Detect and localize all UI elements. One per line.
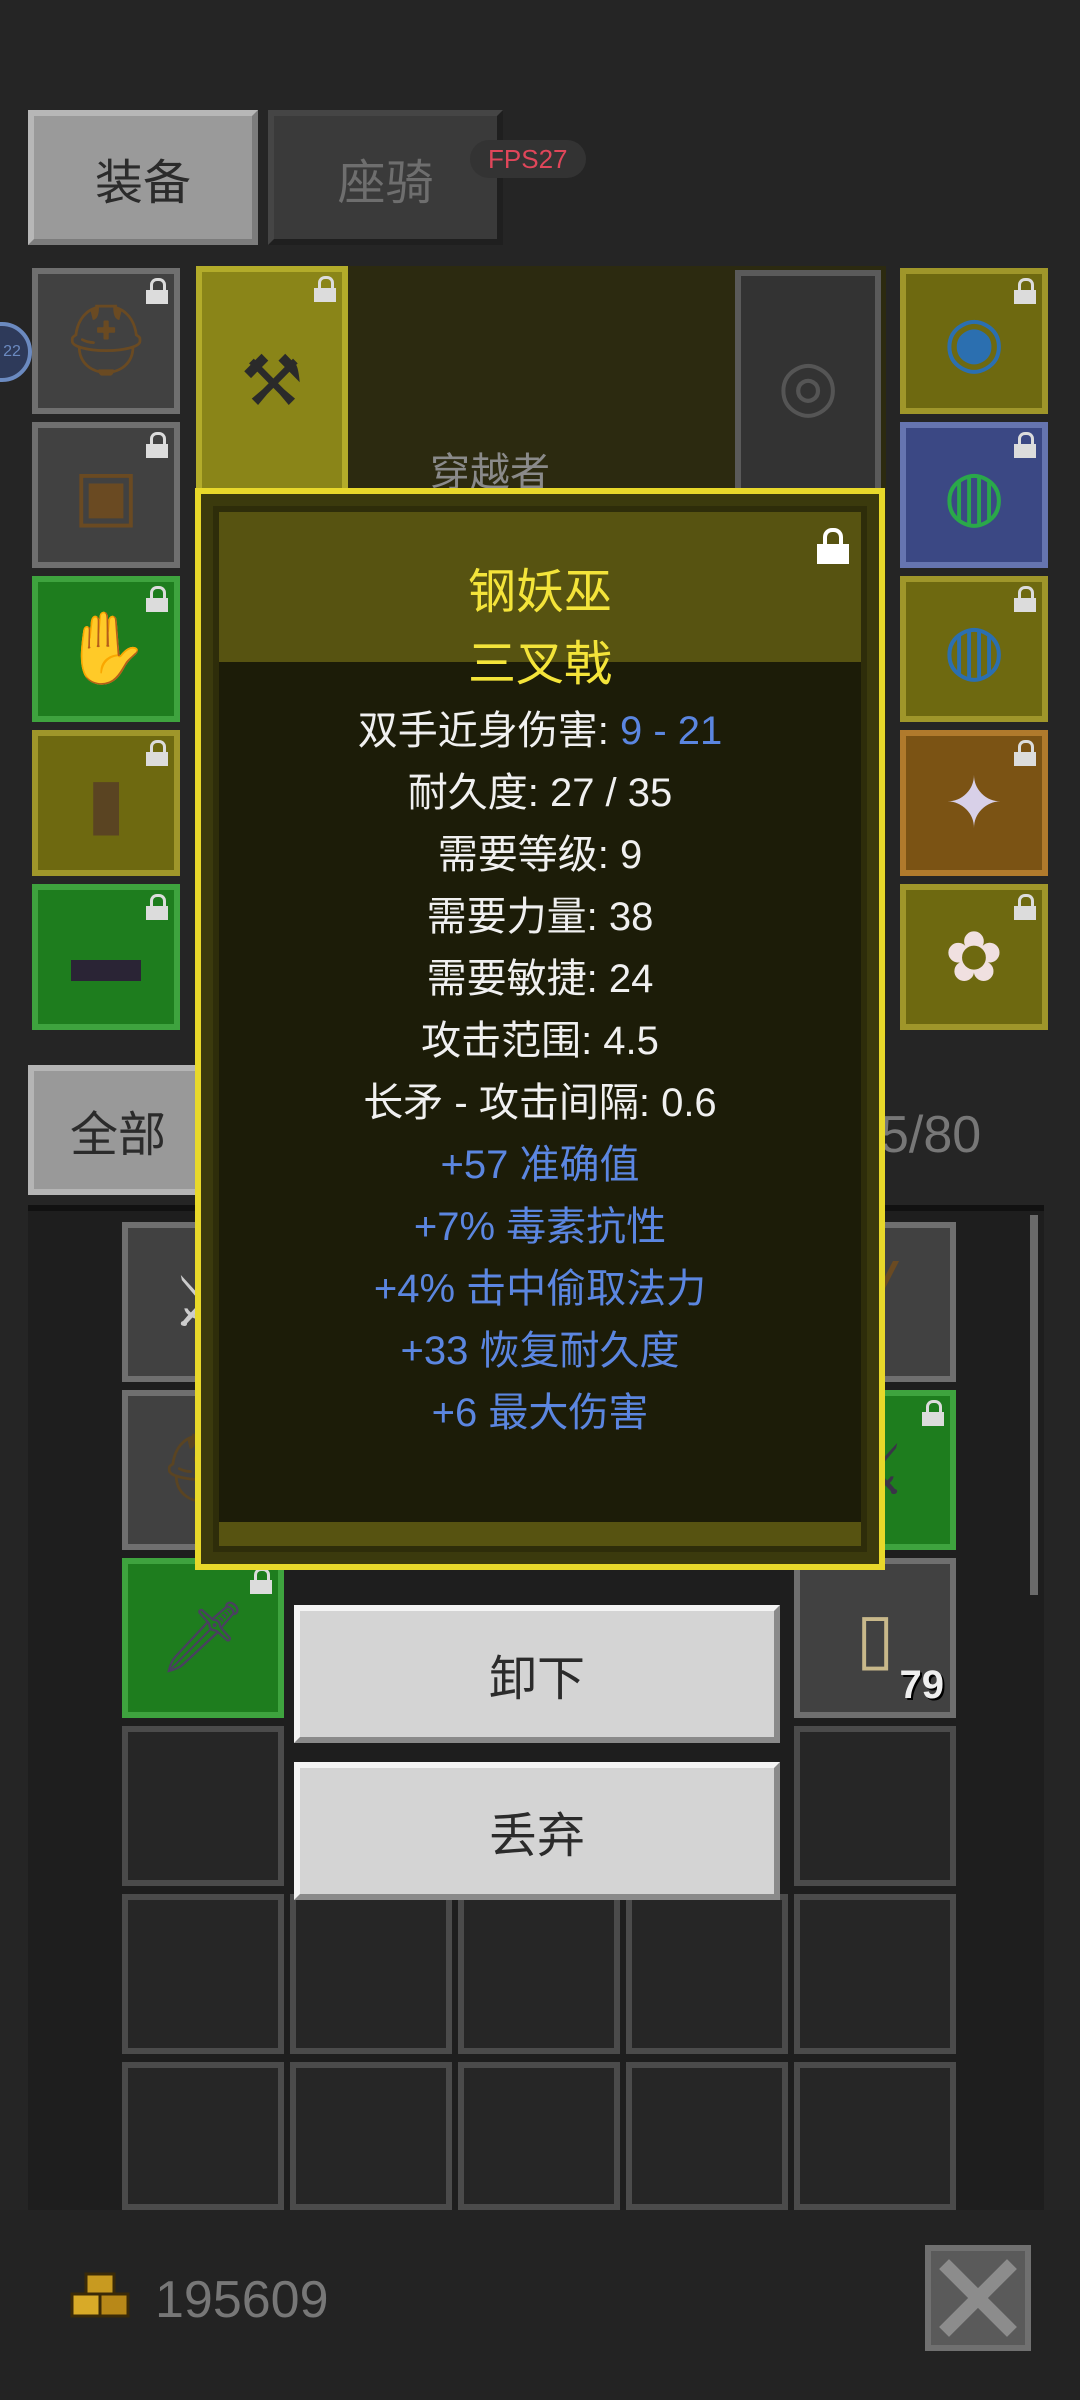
pet-slot-1[interactable]: ✦ <box>900 730 1048 876</box>
inventory-scrollbar[interactable] <box>1030 1215 1038 1595</box>
inventory-capacity: 5/80 <box>880 1106 982 1164</box>
stat-required-level: 需要等级: 9 <box>437 833 643 877</box>
gloves-slot[interactable]: ✋ <box>32 576 180 722</box>
inventory-slot-empty[interactable] <box>122 2062 284 2210</box>
lock-icon <box>1014 740 1036 766</box>
lock-icon <box>146 278 168 304</box>
stat-attack-range: 攻击范围: 4.5 <box>421 1019 659 1063</box>
tab-mount[interactable]: 座骑 <box>268 110 503 245</box>
fps-counter: FPS27 <box>470 140 586 178</box>
filter-all-button[interactable]: 全部 <box>28 1065 208 1195</box>
affix-mana-steal: +4% 击中偷取法力 <box>373 1267 707 1311</box>
inventory-slot-empty[interactable] <box>794 1894 956 2054</box>
mount-icon: ◎ <box>777 346 839 424</box>
inventory-slot-empty[interactable] <box>458 1894 620 2054</box>
item-name-base: 三叉戟 <box>467 638 612 691</box>
affix-poison-resist: +7% 毒素抗性 <box>413 1205 667 1249</box>
item-tooltip: 钢妖巫 三叉戟 双手近身伤害: 9 - 21 耐久度: 27 / 35 需要等级… <box>195 488 885 1570</box>
lock-icon <box>146 432 168 458</box>
affix-max-damage: +6 最大伤害 <box>431 1391 649 1435</box>
tab-equipment[interactable]: 装备 <box>28 110 258 245</box>
item-name-prefix: 钢妖巫 <box>467 566 612 619</box>
gold-coins-icon <box>70 2272 130 2318</box>
boots-slot[interactable]: ▮ <box>32 730 180 876</box>
stack-count: 79 <box>899 1663 945 1707</box>
lock-icon <box>1014 278 1036 304</box>
lock-icon <box>146 586 168 612</box>
stat-required-strength: 需要力量: 38 <box>426 895 654 939</box>
lock-icon <box>1014 894 1036 920</box>
stat-attack-interval: 长矛 - 攻击间隔: 0.6 <box>363 1081 717 1125</box>
close-icon <box>939 2259 1017 2337</box>
lock-icon <box>146 740 168 766</box>
inventory-slot-empty[interactable] <box>794 2062 956 2210</box>
tooltip-footer <box>219 1522 861 1546</box>
side-badge[interactable]: 22 <box>0 322 32 382</box>
unequip-button[interactable]: 卸下 <box>294 1605 780 1743</box>
tooltip-body: 钢妖巫 三叉戟 双手近身伤害: 9 - 21 耐久度: 27 / 35 需要等级… <box>213 506 867 1552</box>
inventory-slot-empty[interactable] <box>626 1894 788 2054</box>
helmet-slot[interactable]: ⛑ <box>32 268 180 414</box>
stat-durability: 耐久度: 27 / 35 <box>407 771 673 815</box>
gold-amount: 195609 <box>155 2271 329 2329</box>
lock-icon <box>1014 432 1036 458</box>
inventory-slot-empty[interactable] <box>122 1894 284 2054</box>
inventory-slot-empty[interactable] <box>458 2062 620 2210</box>
discard-button[interactable]: 丢弃 <box>294 1762 780 1900</box>
chest-armor-slot[interactable]: ▣ <box>32 422 180 568</box>
inventory-slot-empty[interactable] <box>794 1726 956 1886</box>
close-button[interactable] <box>925 2245 1031 2351</box>
lock-icon <box>250 1568 272 1594</box>
inventory-slot-empty[interactable] <box>290 2062 452 2210</box>
affix-accuracy: +57 准确值 <box>440 1143 640 1187</box>
inventory-slot[interactable]: ▯ 79 <box>794 1558 956 1718</box>
ring-slot-1[interactable]: ◍ <box>900 422 1048 568</box>
amulet-slot[interactable]: ◉ <box>900 268 1048 414</box>
mount-slot[interactable]: ◎ <box>735 270 881 500</box>
stat-required-dexterity: 需要敏捷: 24 <box>426 957 654 1001</box>
stat-damage: 双手近身伤害: 9 - 21 <box>357 709 723 753</box>
affix-durability-regen: +33 恢复耐久度 <box>400 1329 680 1373</box>
pet-slot-2[interactable]: ✿ <box>900 884 1048 1030</box>
lock-icon <box>314 276 336 302</box>
inventory-slot[interactable]: 🗡 <box>122 1558 284 1718</box>
lock-icon <box>922 1400 944 1426</box>
weapon-slot[interactable]: ⚒ <box>196 266 348 496</box>
belt-slot[interactable]: ▬ <box>32 884 180 1030</box>
inventory-slot-empty[interactable] <box>290 1894 452 2054</box>
trident-icon: ⚒ <box>240 342 304 420</box>
lock-icon <box>146 894 168 920</box>
lock-icon <box>1014 586 1036 612</box>
inventory-slot-empty[interactable] <box>626 2062 788 2210</box>
inventory-slot-empty[interactable] <box>122 1726 284 1886</box>
ring-slot-2[interactable]: ◍ <box>900 576 1048 722</box>
